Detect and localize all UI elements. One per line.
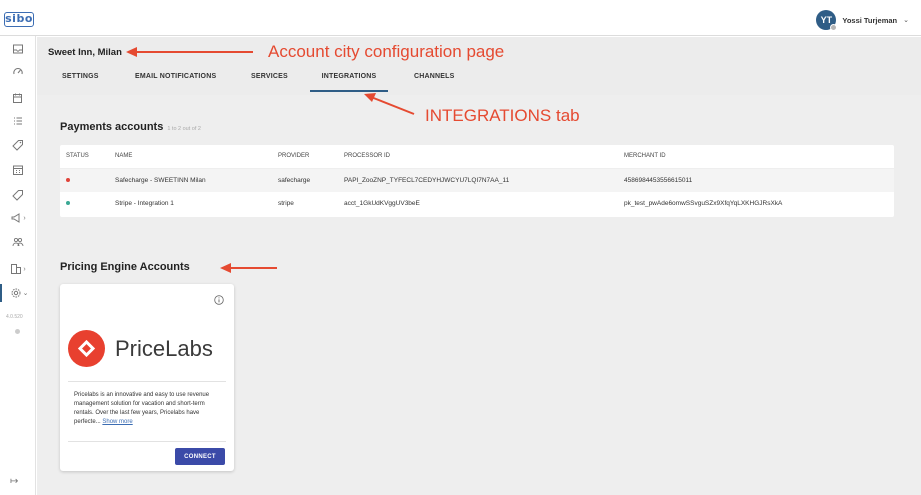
pricelabs-logo-icon [68, 330, 105, 367]
pricelabs-card: PriceLabs Pricelabs is an innovative and… [60, 284, 234, 471]
megaphone-icon [11, 213, 20, 223]
card-description: Pricelabs is an innovative and easy to u… [74, 391, 224, 427]
calendar-check-icon [13, 93, 22, 103]
show-more-link[interactable]: Show more [102, 419, 132, 425]
row-merchant-id: 4586984453556615011 [624, 177, 693, 184]
user-name[interactable]: Yossi Turjeman [842, 16, 897, 25]
col-status[interactable]: STATUS [66, 153, 89, 159]
avatar-initials: YT [820, 15, 833, 25]
chevron-right-icon: › [23, 214, 26, 222]
divider [68, 441, 226, 442]
chevron-right-icon: › [23, 265, 26, 273]
col-name[interactable]: NAME [115, 153, 132, 159]
status-indicator [15, 329, 20, 334]
row-provider: safecharge [278, 177, 311, 184]
app-version: 4.0.520 [6, 314, 23, 320]
payments-count: 1 to 2 out of 2 [167, 126, 201, 132]
row-provider: stripe [278, 200, 294, 207]
sidebar-item-calendar[interactable] [0, 161, 36, 179]
status-dot [66, 201, 70, 205]
payments-section-title: Payments accounts 1 to 2 out of 2 [60, 121, 201, 133]
sidebar-item-properties[interactable]: › [0, 260, 36, 278]
app-logo[interactable]: sibo [4, 12, 34, 27]
collapse-sidebar-icon[interactable]: ↦ [10, 476, 18, 487]
row-name: Stripe - Integration 1 [115, 200, 174, 207]
chevron-down-icon[interactable]: ⌄ [903, 16, 909, 24]
row-merchant-id: pk_test_pwAde6omwSSvguSZx9XfqYqLXKHGJRsX… [624, 200, 783, 207]
users-icon [12, 237, 24, 247]
chevron-down-icon: ⌄ [22, 290, 29, 297]
tag-icon [12, 140, 23, 151]
row-name: Safecharge - SWEETINN Milan [115, 177, 206, 184]
payments-table: STATUS NAME PROVIDER PROCESSOR ID MERCHA… [60, 145, 894, 217]
tab-email-notifications[interactable]: EMAIL NOTIFICATIONS [135, 67, 216, 92]
sidebar-item-marketing[interactable]: › [0, 209, 36, 227]
inbox-icon [13, 44, 23, 54]
info-icon[interactable] [214, 295, 224, 305]
building-icon [11, 264, 22, 274]
presence-dot [830, 24, 838, 31]
sidebar-item-promotions[interactable] [0, 186, 36, 204]
sidebar-item-pricing[interactable] [0, 136, 36, 154]
annotation-city-page: Account city configuration page [268, 42, 505, 61]
sidebar-item-inbox[interactable] [0, 40, 36, 58]
top-bar: sibo YT Yossi Turjeman ⌄ [0, 0, 921, 36]
connect-button[interactable]: CONNECT [175, 448, 225, 465]
payments-title: Payments accounts [60, 121, 164, 133]
avatar[interactable]: YT [816, 10, 838, 31]
sidebar-item-tasks[interactable] [0, 112, 36, 130]
pricelabs-logo: PriceLabs [68, 330, 228, 370]
description-text: Pricelabs is an innovative and easy to u… [74, 392, 210, 425]
pricing-section-title: Pricing Engine Accounts [60, 261, 190, 273]
table-header: STATUS NAME PROVIDER PROCESSOR ID MERCHA… [60, 145, 894, 169]
sidebar: › › ⌄ 4.0.520 ↦ [0, 36, 36, 495]
col-processor-id[interactable]: PROCESSOR ID [344, 153, 390, 159]
sidebar-item-dashboard[interactable] [0, 62, 36, 80]
status-dot [66, 178, 70, 182]
pricelabs-brand-text: PriceLabs [115, 336, 213, 361]
tab-channels[interactable]: CHANNELS [414, 67, 455, 92]
calendar-icon [13, 165, 23, 175]
sidebar-item-settings[interactable]: ⌄ [0, 284, 36, 302]
sidebar-item-guests[interactable] [0, 233, 36, 251]
row-processor-id: acct_1GkUdKVggUV3beE [344, 200, 420, 207]
label-icon [12, 190, 23, 201]
gauge-icon [13, 68, 23, 75]
annotation-integrations-tab: INTEGRATIONS tab [425, 106, 580, 125]
list-icon [14, 117, 22, 125]
sidebar-item-bookings[interactable] [0, 89, 36, 107]
row-processor-id: PAPI_ZooZNP_TYFECL7CEDYHJWCYU7LQI7N7AA_1… [344, 177, 510, 184]
col-provider[interactable]: PROVIDER [278, 153, 309, 159]
table-row[interactable]: Stripe - Integration 1 stripe acct_1GkUd… [60, 192, 894, 215]
divider [68, 381, 226, 382]
tab-settings[interactable]: SETTINGS [62, 67, 99, 92]
tab-services[interactable]: SERVICES [251, 67, 288, 92]
user-menu[interactable]: YT Yossi Turjeman ⌄ [816, 10, 909, 31]
col-merchant-id[interactable]: MERCHANT ID [624, 153, 666, 159]
page-title: Sweet Inn, Milan [48, 47, 122, 58]
table-row[interactable]: Safecharge - SWEETINN Milan safecharge P… [60, 169, 894, 192]
tab-integrations[interactable]: INTEGRATIONS [310, 67, 388, 92]
gear-icon [11, 288, 21, 298]
